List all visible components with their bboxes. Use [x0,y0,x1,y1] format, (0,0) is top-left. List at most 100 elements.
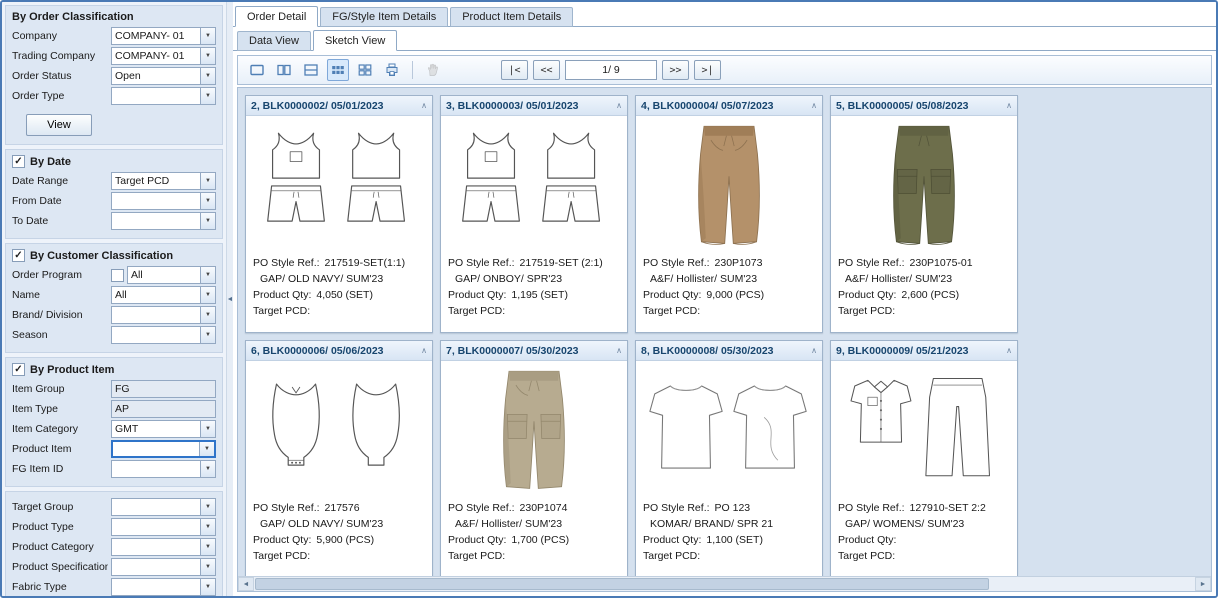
section-checkbox[interactable] [12,363,25,376]
order-card-header[interactable]: 6, BLK0000006/ 05/06/2023 ∧ [246,341,432,361]
target-pcd-line: Target PCD: [253,550,425,562]
dropdown-arrow-icon[interactable]: ▼ [199,442,214,456]
field-combo[interactable]: ▼ [111,212,216,230]
horizontal-scrollbar[interactable]: ◄ ► [238,576,1211,591]
dropdown-arrow-icon[interactable]: ▼ [200,213,215,229]
grid-view-icon[interactable] [327,59,349,81]
view-button[interactable]: View [26,114,92,136]
sketch-grid-area: 2, BLK0000002/ 05/01/2023 ∧ PO Style Ref… [237,87,1212,592]
dropdown-arrow-icon[interactable]: ▼ [200,539,215,555]
order-card[interactable]: 5, BLK0000005/ 05/08/2023 ∧ PO Style Ref… [830,95,1018,333]
dropdown-arrow-icon[interactable]: ▼ [200,88,215,104]
field-combo[interactable]: ▼ [111,192,216,210]
field-checkbox[interactable] [111,269,124,282]
field-combo[interactable]: ▼ [111,558,216,576]
next-page-button[interactable]: >> [662,60,689,80]
brand-line: GAP/ OLD NAVY/ SUM'23 [253,518,425,530]
collapse-card-icon[interactable]: ∧ [811,346,817,355]
section-checkbox[interactable] [12,249,25,262]
dropdown-arrow-icon[interactable]: ▼ [200,559,215,575]
field-combo[interactable]: AP ▼ [111,400,216,418]
field-combo[interactable]: ▼ [111,87,216,105]
order-card-header[interactable]: 8, BLK0000008/ 05/30/2023 ∧ [636,341,822,361]
order-card-header[interactable]: 2, BLK0000002/ 05/01/2023 ∧ [246,96,432,116]
collapse-card-icon[interactable]: ∧ [811,101,817,110]
field-combo[interactable]: Target PCD ▼ [111,172,216,190]
view-tab[interactable]: Data View [237,31,311,51]
dropdown-arrow-icon[interactable]: ▼ [200,499,215,515]
dropdown-arrow-icon[interactable]: ▼ [200,579,215,595]
field-label: Item Group [12,383,108,395]
collapse-card-icon[interactable]: ∧ [616,346,622,355]
field-combo[interactable]: ▼ [111,306,216,324]
sidebar-splitter[interactable]: ◄ [226,2,233,596]
print-icon[interactable] [381,59,403,81]
order-card[interactable]: 2, BLK0000002/ 05/01/2023 ∧ PO Style Ref… [245,95,433,333]
dropdown-arrow-icon[interactable]: ▼ [200,287,215,303]
dropdown-arrow-icon[interactable]: ▼ [200,68,215,84]
order-card[interactable]: 9, BLK0000009/ 05/21/2023 ∧ PO Style Ref… [830,340,1018,576]
main-tab[interactable]: Order Detail [235,6,318,27]
field-combo[interactable]: ▼ [111,538,216,556]
scrollbar-track[interactable] [254,577,1195,591]
section-checkbox[interactable] [12,155,25,168]
order-card-header[interactable]: 3, BLK0000003/ 05/01/2023 ∧ [441,96,627,116]
scrollbar-thumb[interactable] [255,578,989,590]
target-pcd-label: Target PCD: [448,305,505,317]
page-indicator[interactable]: 1/ 9 [565,60,657,80]
field-combo[interactable]: ▼ [111,460,216,478]
field-combo[interactable]: All ▼ [127,266,216,284]
dropdown-arrow-icon[interactable]: ▼ [200,519,215,535]
collapse-card-icon[interactable]: ∧ [421,346,427,355]
single-pane-view-icon[interactable] [246,59,268,81]
order-card-header[interactable]: 5, BLK0000005/ 05/08/2023 ∧ [831,96,1017,116]
main-tab[interactable]: Product Item Details [450,7,573,27]
collapse-card-icon[interactable]: ∧ [421,101,427,110]
two-pane-view-icon[interactable] [273,59,295,81]
field-combo[interactable]: ▼ [111,578,216,596]
split-pane-view-icon[interactable] [300,59,322,81]
dropdown-arrow-icon[interactable]: ▼ [200,173,215,189]
order-card-header[interactable]: 9, BLK0000009/ 05/21/2023 ∧ [831,341,1017,361]
field-combo[interactable]: ▼ [111,518,216,536]
last-page-button[interactable]: >| [694,60,721,80]
field-combo[interactable]: GMT ▼ [111,420,216,438]
field-combo[interactable]: COMPANY- 01 ▼ [111,27,216,45]
field-combo[interactable]: ▼ [111,498,216,516]
order-card[interactable]: 7, BLK0000007/ 05/30/2023 ∧ PO Style Ref… [440,340,628,576]
collapse-card-icon[interactable]: ∧ [616,101,622,110]
order-card[interactable]: 8, BLK0000008/ 05/30/2023 ∧ PO Style Ref… [635,340,823,576]
collapse-card-icon[interactable]: ∧ [1006,346,1012,355]
thumbnail-view-icon[interactable] [354,59,376,81]
scroll-left-icon[interactable]: ◄ [238,577,254,591]
main-tab[interactable]: FG/Style Item Details [320,7,448,27]
order-card-header[interactable]: 7, BLK0000007/ 05/30/2023 ∧ [441,341,627,361]
po-style-ref-value: 230P1074 [520,502,568,514]
field-combo[interactable]: ▼ [111,440,216,458]
scroll-right-icon[interactable]: ► [1195,577,1211,591]
dropdown-arrow-icon[interactable]: ▼ [200,461,215,477]
dropdown-arrow-icon[interactable]: ▼ [200,307,215,323]
order-card[interactable]: 3, BLK0000003/ 05/01/2023 ∧ PO Style Ref… [440,95,628,333]
dropdown-arrow-icon[interactable]: ▼ [200,48,215,64]
field-combo[interactable]: FG ▼ [111,380,216,398]
field-combo[interactable]: COMPANY- 01 ▼ [111,47,216,65]
brand-value: KOMAR/ BRAND/ SPR 21 [650,518,773,530]
filter-field-row: From Date ▼ [12,192,216,210]
first-page-button[interactable]: |< [501,60,528,80]
collapse-card-icon[interactable]: ∧ [1006,101,1012,110]
field-label: Brand/ Division [12,309,108,321]
field-combo[interactable]: Open ▼ [111,67,216,85]
field-combo[interactable]: All ▼ [111,286,216,304]
order-card-header[interactable]: 4, BLK0000004/ 05/07/2023 ∧ [636,96,822,116]
dropdown-arrow-icon[interactable]: ▼ [200,28,215,44]
dropdown-arrow-icon[interactable]: ▼ [200,193,215,209]
dropdown-arrow-icon[interactable]: ▼ [200,267,215,283]
order-card[interactable]: 6, BLK0000006/ 05/06/2023 ∧ PO Style Ref… [245,340,433,576]
order-card[interactable]: 4, BLK0000004/ 05/07/2023 ∧ PO Style Ref… [635,95,823,333]
field-combo[interactable]: ▼ [111,326,216,344]
view-tab[interactable]: Sketch View [313,30,397,51]
dropdown-arrow-icon[interactable]: ▼ [200,421,215,437]
dropdown-arrow-icon[interactable]: ▼ [200,327,215,343]
prev-page-button[interactable]: << [533,60,560,80]
